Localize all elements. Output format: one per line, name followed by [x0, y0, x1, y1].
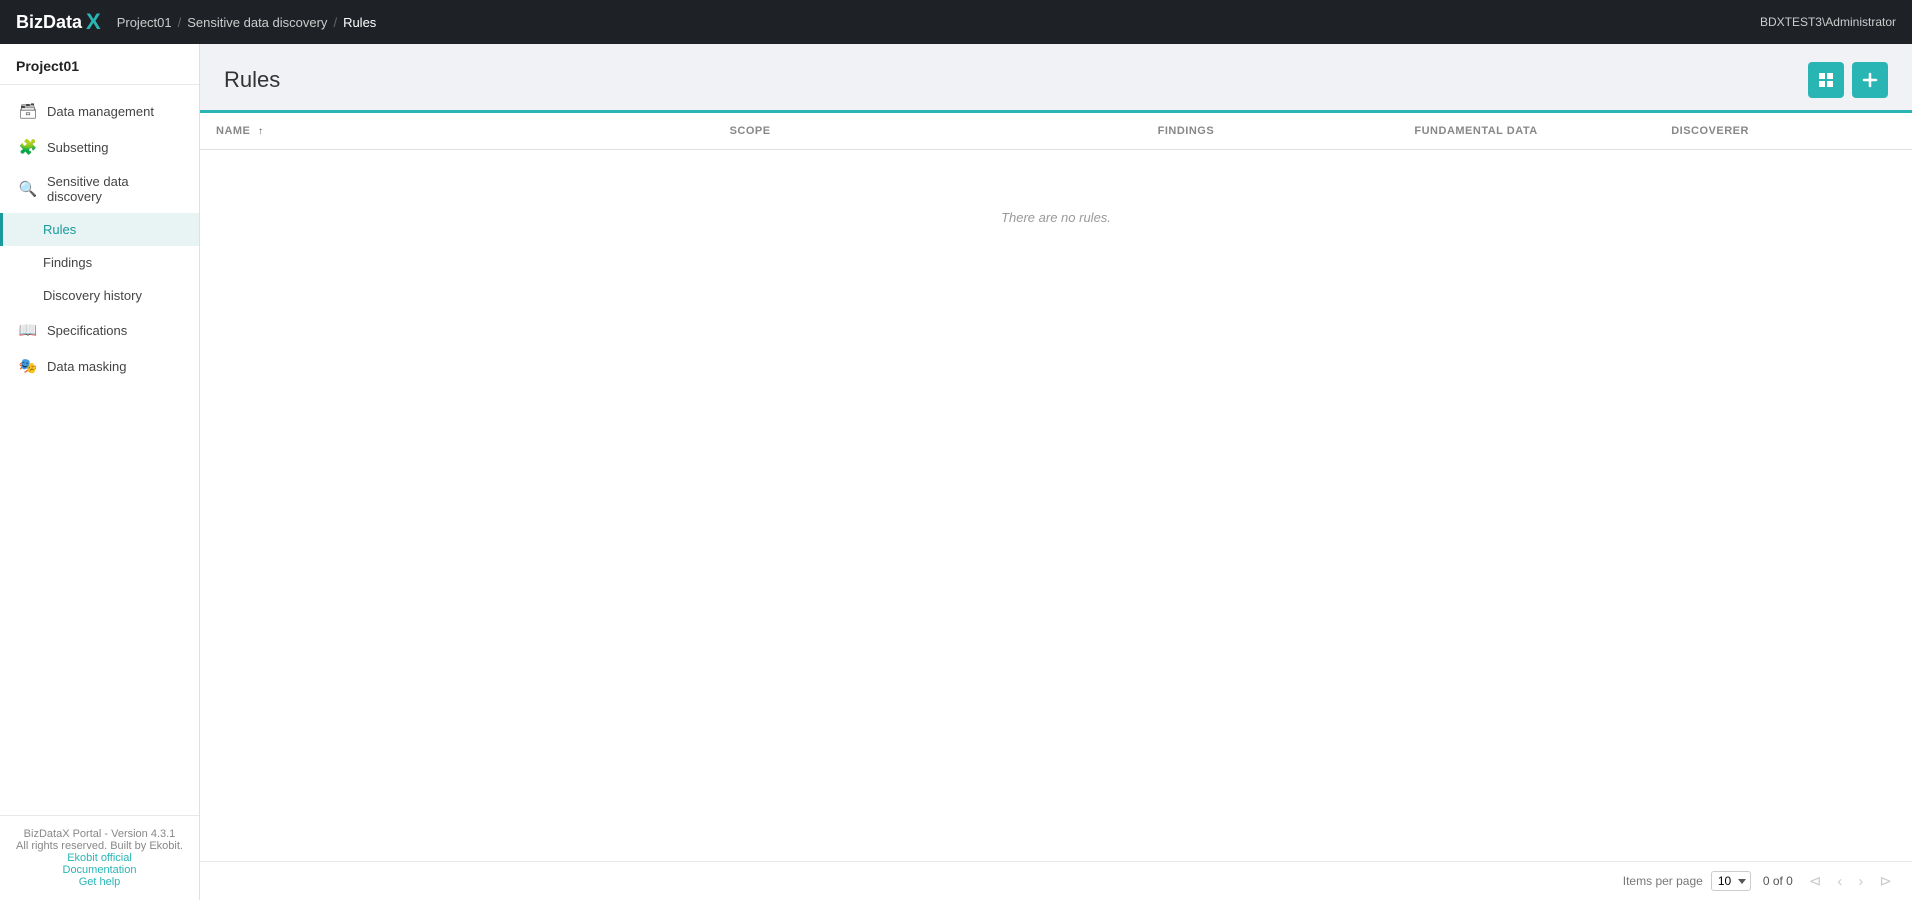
col-discoverer-label: DISCOVERER [1671, 125, 1749, 137]
footer-rights: All rights reserved. Built by Ekobit. [16, 840, 183, 852]
col-header-findings[interactable]: FINDINGS [1142, 113, 1399, 150]
breadcrumb-sdd[interactable]: Sensitive data discovery [187, 15, 327, 30]
pagination-count: 0 of 0 [1763, 874, 1793, 888]
breadcrumb-sep-1: / [178, 15, 182, 30]
sidebar-item-label-specifications: Specifications [47, 323, 127, 338]
rules-table-container: NAME ↑ SCOPE FINDINGS FUNDAMENTAL DATA [200, 110, 1912, 861]
sidebar-item-data-masking[interactable]: 🎭 Data masking [0, 348, 199, 384]
breadcrumb-project[interactable]: Project01 [117, 15, 172, 30]
breadcrumb: Project01 / Sensitive data discovery / R… [117, 15, 377, 30]
sidebar-item-label-subsetting: Subsetting [47, 140, 108, 155]
empty-row: There are no rules. [200, 150, 1912, 286]
pagination-bar: Items per page 5 10 25 50 0 of 0 ⊲ ‹ › ⊳ [200, 861, 1912, 900]
sidebar-footer: BizDataX Portal - Version 4.3.1 All righ… [0, 815, 199, 900]
pagination-next-button[interactable]: › [1854, 871, 1867, 892]
table-body: There are no rules. [200, 150, 1912, 286]
subsetting-icon: 🧩 [19, 138, 37, 156]
sidebar-item-findings[interactable]: Findings [0, 246, 199, 279]
rules-table: NAME ↑ SCOPE FINDINGS FUNDAMENTAL DATA [200, 113, 1912, 285]
sidebar-item-data-management[interactable]: 🗃 Data management [0, 93, 199, 129]
col-header-name[interactable]: NAME ↑ [200, 113, 714, 150]
page-actions [1808, 62, 1888, 98]
logo-text: BizData [16, 12, 82, 33]
breadcrumb-sep-2: / [333, 15, 337, 30]
sidebar-item-rules[interactable]: Rules [0, 213, 199, 246]
import-button[interactable] [1808, 62, 1844, 98]
sidebar-item-subsetting[interactable]: 🧩 Subsetting [0, 129, 199, 165]
sidebar-item-discovery-history[interactable]: Discovery history [0, 279, 199, 312]
empty-message: There are no rules. [200, 150, 1912, 286]
topbar-left: BizDataX Project01 / Sensitive data disc… [16, 9, 376, 35]
table-header: NAME ↑ SCOPE FINDINGS FUNDAMENTAL DATA [200, 113, 1912, 150]
topbar-user: BDXTEST3\Administrator [1760, 15, 1896, 29]
items-per-page-select[interactable]: 5 10 25 50 [1711, 871, 1751, 891]
page-header: Rules [200, 44, 1912, 110]
footer-link-help[interactable]: Get help [16, 876, 183, 888]
main-layout: Project01 🗃 Data management 🧩 Subsetting… [0, 44, 1912, 900]
sidebar-project-label: Project01 [0, 44, 199, 85]
col-fundamental-label: FUNDAMENTAL DATA [1414, 125, 1537, 137]
sidebar-item-label-data-masking: Data masking [47, 359, 126, 374]
sidebar-item-label-discovery-history: Discovery history [43, 288, 142, 303]
topbar: BizDataX Project01 / Sensitive data disc… [0, 0, 1912, 44]
col-header-discoverer[interactable]: DISCOVERER [1655, 113, 1912, 150]
items-per-page-label: Items per page [1623, 874, 1703, 888]
sidebar-item-label-findings: Findings [43, 255, 92, 270]
col-name-label: NAME [216, 125, 250, 137]
pagination-prev-button[interactable]: ‹ [1833, 871, 1846, 892]
add-rule-button[interactable] [1852, 62, 1888, 98]
sidebar-item-label-data-management: Data management [47, 104, 154, 119]
sdd-icon: 🔍 [19, 180, 37, 198]
col-findings-label: FINDINGS [1158, 125, 1215, 137]
footer-version: BizDataX Portal - Version 4.3.1 [16, 828, 183, 840]
sidebar-item-sensitive-data-discovery[interactable]: 🔍 Sensitive data discovery [0, 165, 199, 213]
pagination-last-button[interactable]: ⊳ [1875, 870, 1896, 892]
logo-x: X [86, 9, 101, 35]
footer-link-ekobit[interactable]: Ekobit official [16, 852, 183, 864]
import-icon [1817, 71, 1835, 89]
footer-link-docs[interactable]: Documentation [16, 864, 183, 876]
specifications-icon: 📖 [19, 321, 37, 339]
sidebar-top: Project01 🗃 Data management 🧩 Subsetting… [0, 44, 199, 392]
content-area: Rules [200, 44, 1912, 900]
breadcrumb-current: Rules [343, 15, 376, 30]
add-icon [1861, 71, 1879, 89]
sidebar-item-label-sdd: Sensitive data discovery [47, 174, 183, 204]
sidebar: Project01 🗃 Data management 🧩 Subsetting… [0, 44, 200, 900]
col-header-scope[interactable]: SCOPE [714, 113, 1142, 150]
col-scope-label: SCOPE [730, 125, 771, 137]
page-title: Rules [224, 67, 280, 93]
sidebar-item-specifications[interactable]: 📖 Specifications [0, 312, 199, 348]
sidebar-nav: 🗃 Data management 🧩 Subsetting 🔍 Sensiti… [0, 85, 199, 392]
sidebar-item-label-rules: Rules [43, 222, 76, 237]
data-management-icon: 🗃 [19, 102, 37, 120]
table-header-row: NAME ↑ SCOPE FINDINGS FUNDAMENTAL DATA [200, 113, 1912, 150]
sort-arrow-name: ↑ [258, 126, 264, 137]
logo[interactable]: BizDataX [16, 9, 101, 35]
pagination-first-button[interactable]: ⊲ [1805, 870, 1826, 892]
data-masking-icon: 🎭 [19, 357, 37, 375]
col-header-fundamental[interactable]: FUNDAMENTAL DATA [1398, 113, 1655, 150]
